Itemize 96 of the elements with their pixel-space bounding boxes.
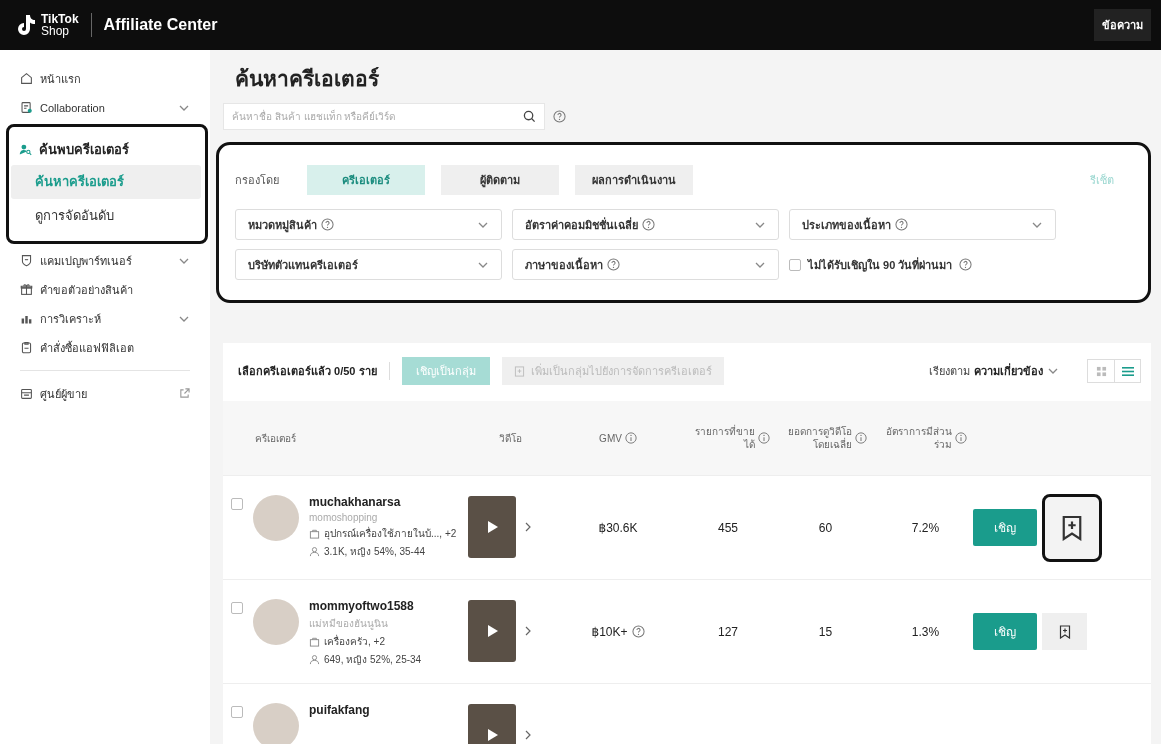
sidebar-item[interactable]: คำขอตัวอย่างสินค้า [0,275,210,304]
external-link-icon [179,388,190,399]
app-title: Affiliate Center [103,16,218,34]
avatar [253,599,299,645]
creator-name[interactable]: muchakhanarsa [309,495,457,509]
avatar [253,703,299,744]
creator-name[interactable]: mommyoftwo1588 [309,599,422,613]
filter-tab[interactable]: ผลการดำเนินงาน [575,165,693,195]
person-search-icon [19,142,32,156]
chevron-right-icon[interactable] [524,730,532,740]
shield-icon [20,254,33,267]
sidebar-item[interactable]: Collaboration [0,93,210,122]
bag-icon [309,636,320,647]
sidebar-item[interactable]: ศูนย์ผู้ขาย [0,379,210,408]
creator-handle: momoshopping [309,512,379,523]
bag-icon [309,528,320,539]
creator-name[interactable]: puifakfang [309,703,370,717]
filter-dropdown[interactable]: ภาษาของเนื้อหา [512,249,779,280]
page-title: ค้นหาครีเอเตอร์ [235,66,380,92]
logo-text: TikTok Shop [41,13,79,37]
column-header: อัตราการมีส่วนร่วม [878,425,973,451]
logo-icon [16,14,36,36]
help-icon[interactable] [553,110,566,123]
store-icon [20,387,33,400]
chevron-right-icon[interactable] [524,522,532,532]
search-field[interactable]: ค้นหาชื่อ สินค้า แฮชแท็ก หรือคีย์เวิร์ด [223,103,545,130]
clipboard-icon [20,341,33,354]
help-icon[interactable] [631,625,645,638]
gmv-value: ฿10K+ [591,624,628,639]
creator-handle: แม่หมีของฮันนูนิน [309,617,389,631]
column-header: รายการที่ขายได้ [683,425,773,451]
checkbox-label: ไม่ได้รับเชิญใน 90 วันที่ผ่านมา [808,256,953,274]
help-icon[interactable] [959,258,973,271]
avg-views-value: 15 [818,624,833,639]
gmv-value: ฿30.6K [598,520,638,535]
column-header: ยอดการดูวิดีโอโดยเฉลี่ย [773,425,878,451]
column-header: ครีเอเตอร์ [254,431,297,445]
sort-dropdown[interactable]: เรียงตาม ความเกี่ยวข้อง [929,362,1059,380]
chevron-right-icon[interactable] [524,626,532,636]
selection-count: เลือกครีเอเตอร์แล้ว 0/50 ราย [238,362,390,380]
checkbox[interactable] [789,258,801,271]
bookmark-plus-icon [1058,624,1071,639]
help-icon[interactable] [607,258,620,271]
creator-category: เครื่องครัว, +2 [324,634,385,649]
sidebar-item[interactable]: ค้นพบครีเอเตอร์ [9,133,205,165]
creator-category: อุปกรณ์เครื่องใช้ภายในบ้..., +2 [324,526,457,541]
person-icon [309,546,320,557]
play-icon [485,624,499,638]
row-checkbox[interactable] [231,498,243,510]
sidebar-item[interactable]: แคมเปญพาร์ทเนอร์ [0,246,210,275]
row-checkbox[interactable] [231,706,243,718]
person-icon [309,654,320,665]
video-thumbnail[interactable] [468,496,516,558]
sidebar-item[interactable]: หน้าแรก [0,64,210,93]
sidebar-subitem[interactable]: ดูการจัดอันดับ [11,199,201,233]
avatar [253,495,299,541]
filter-dropdown[interactable]: บริษัทตัวแทนครีเอเตอร์ [235,249,502,280]
avg-views-value: 60 [818,520,833,535]
sidebar-item[interactable]: การวิเคราะห์ [0,304,210,333]
column-header: วิดีโอ [498,431,523,445]
grid-icon [1095,365,1107,377]
filter-label: กรองโดย [235,173,280,188]
help-icon[interactable] [321,218,334,231]
play-icon [485,520,499,534]
document-icon [20,101,33,114]
items-sold-value: 127 [718,624,738,639]
info-icon[interactable] [955,432,967,444]
filter-tab[interactable]: ผู้ติดตาม [441,165,559,195]
home-icon [20,72,33,85]
column-header: GMV [553,431,683,445]
messages-link[interactable]: ข้อความ [1094,9,1151,41]
help-icon[interactable] [895,218,908,231]
items-sold-value: 455 [718,520,738,535]
row-checkbox[interactable] [231,602,243,614]
info-icon[interactable] [757,432,770,444]
info-icon[interactable] [624,432,637,444]
filter-dropdown[interactable]: หมวดหมู่สินค้า [235,209,502,240]
help-icon[interactable] [642,218,655,231]
sidebar-item[interactable]: คำสั่งซื้อแอฟฟิลิเอต [0,333,210,362]
bookmark-button[interactable] [1042,493,1102,562]
engagement-value: 1.3% [911,624,940,639]
filter-dropdown[interactable]: ประเภทของเนื้อหา [789,209,1056,240]
filter-tab[interactable]: ครีเอเตอร์ [307,165,425,195]
bookmark-plus-icon [513,365,525,377]
filter-dropdown[interactable]: อัตราค่าคอมมิชชั่นเฉลี่ย [512,209,779,240]
engagement-value: 7.2% [911,520,940,535]
video-thumbnail[interactable] [468,600,516,662]
play-icon [485,728,499,742]
bookmark-button[interactable] [1042,613,1087,650]
bookmark-plus-icon [1061,514,1083,541]
audience-info: 649, หญิง 52%, 25-34 [324,653,422,667]
gift-icon [20,283,33,296]
audience-info: 3.1K, หญิง 54%, 35-44 [324,545,426,559]
search-icon [523,110,536,123]
list-icon [1121,365,1134,377]
info-icon[interactable] [855,432,867,444]
